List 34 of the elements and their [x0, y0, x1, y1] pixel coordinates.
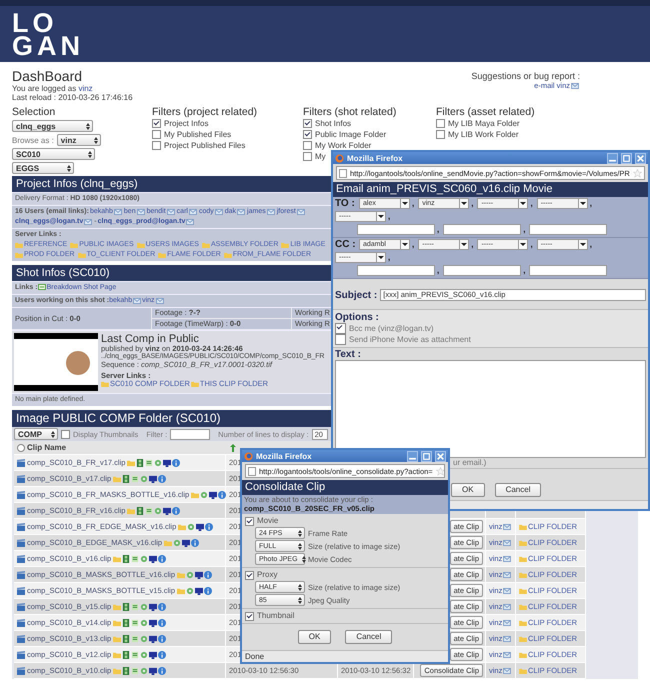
filter-group-title: Filters (asset related) — [436, 107, 535, 118]
cc-label: CC : — [335, 239, 357, 250]
separator: , — [471, 240, 474, 249]
separator: , — [437, 266, 440, 275]
page-title: DashBoard — [12, 68, 84, 84]
separator: , — [388, 253, 390, 262]
status-bar: Done — [242, 650, 448, 662]
to-label: TO : — [335, 198, 356, 209]
window-title: Mozilla Firefox — [347, 154, 404, 162]
text-label: Text : — [335, 349, 361, 360]
browse-as-label: Browse as : — [12, 136, 54, 144]
selection-title: Selection — [12, 107, 56, 118]
last-comp-title: Last Comp in Public — [101, 333, 199, 345]
separator: , — [530, 199, 533, 208]
separator: , — [471, 199, 474, 208]
filter-group-title: Filters (shot related) — [303, 107, 396, 118]
separator: , — [437, 225, 440, 234]
separator: , — [388, 212, 390, 221]
note-text: ur email.) — [452, 458, 488, 468]
separator: , — [412, 199, 414, 208]
suggestions-label: Suggestions or bug report : — [471, 71, 580, 81]
separator: , — [412, 240, 414, 249]
separator: , — [530, 240, 533, 249]
separator: , — [523, 266, 526, 275]
form-title: Consolidate Clip — [242, 480, 448, 495]
form-title: Email anim_PREVIS_SC060_v16.clip Movie — [333, 182, 648, 197]
options-label: Options : — [335, 312, 379, 323]
subject-label: Subject : — [335, 290, 378, 300]
login-info: You are logged as vinz — [12, 84, 94, 93]
separator: , — [523, 225, 526, 234]
last-reload: Last reload : 2010-03-26 17:46:16 — [12, 93, 133, 102]
separator: , — [590, 199, 592, 208]
separator: , — [590, 240, 592, 249]
filter-group-title: Filters (project related) — [152, 107, 258, 118]
